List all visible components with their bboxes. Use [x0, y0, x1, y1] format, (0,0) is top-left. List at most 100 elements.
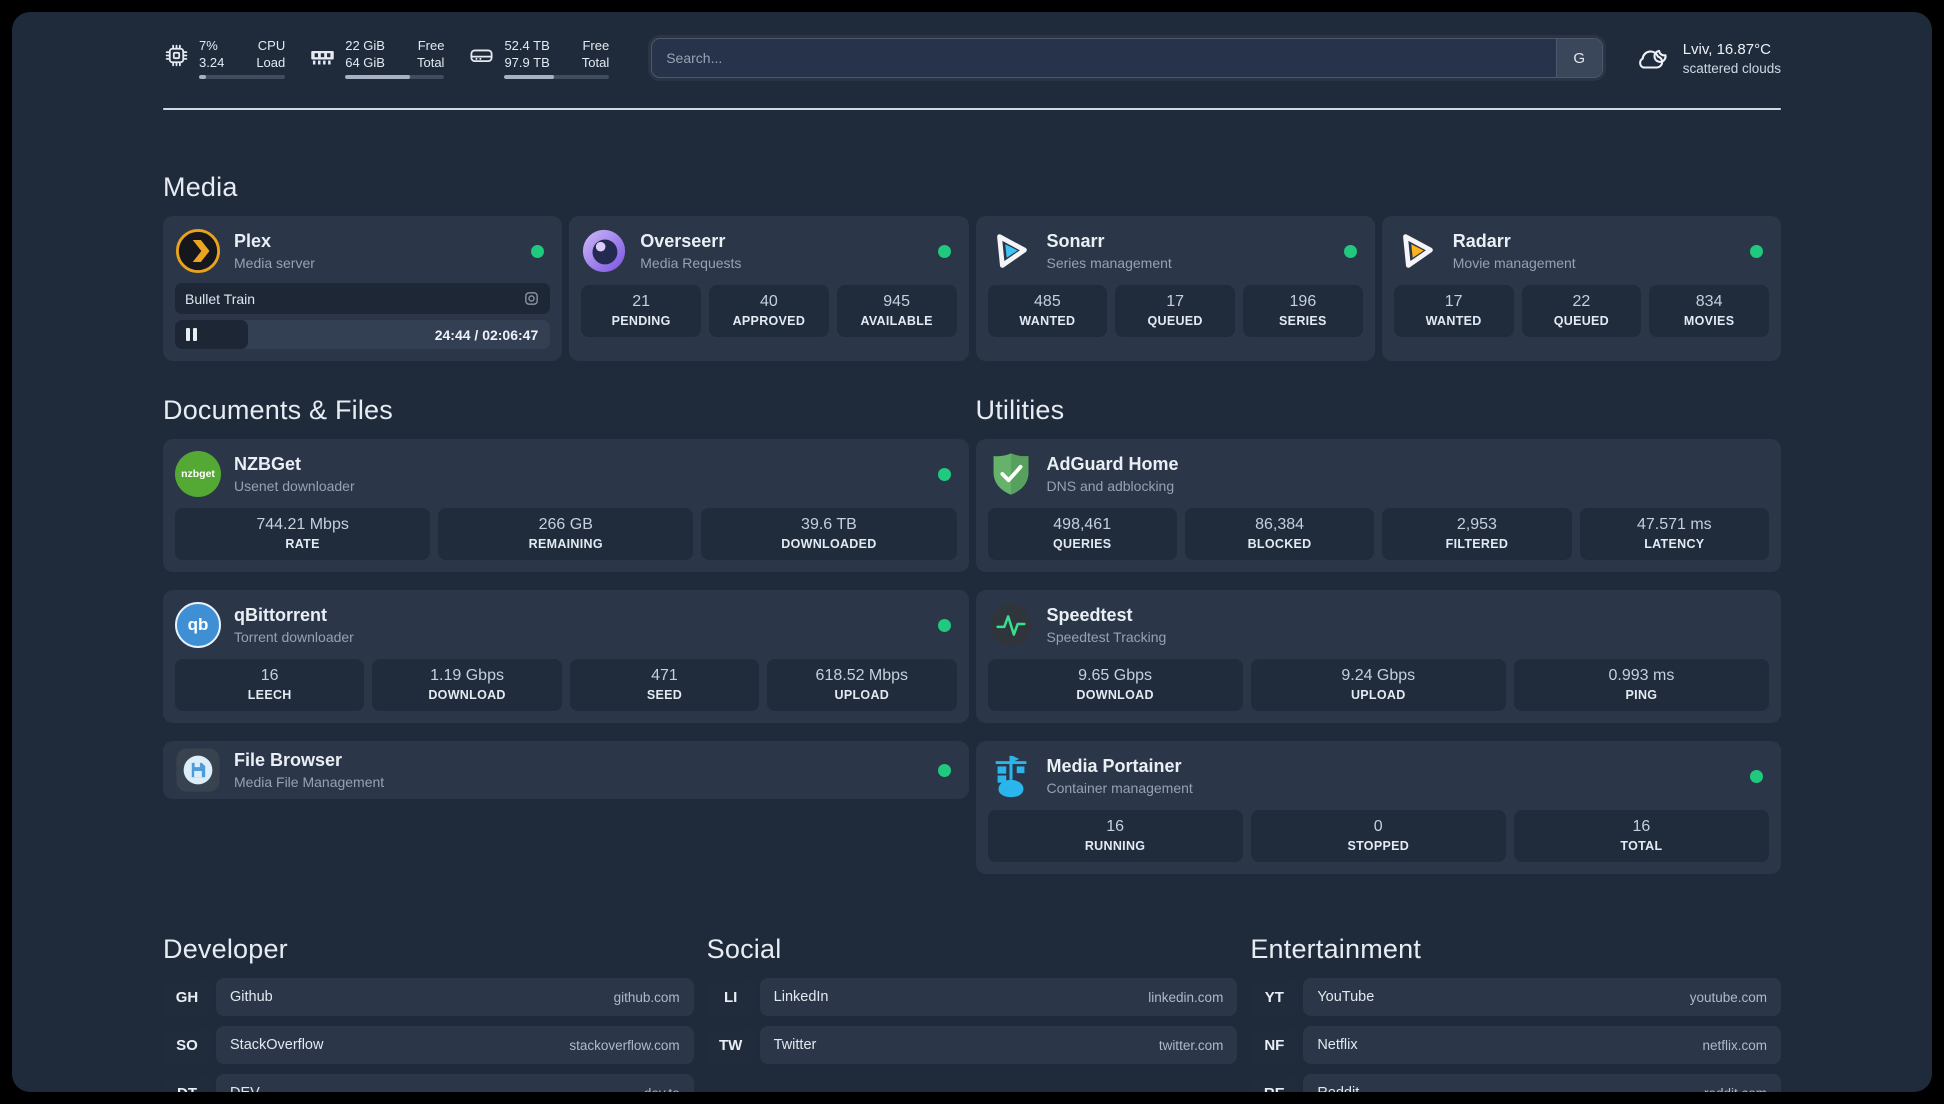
- stat-leech: 16 LEECH: [175, 659, 365, 711]
- entertainment-section-title: Entertainment: [1250, 934, 1422, 964]
- qbittorrent-icon: qb: [175, 602, 221, 648]
- filebrowser-icon: [175, 747, 221, 793]
- now-playing-title: Bullet Train: [185, 290, 256, 307]
- stat-pending: 21 PENDING: [581, 285, 701, 337]
- search-bar: G: [651, 38, 1603, 78]
- radarr-icon: [1394, 228, 1440, 274]
- status-online-dot: [1750, 244, 1763, 258]
- app-card-radarr[interactable]: Radarr Movie management 17 WANTED 22 QUEUE…: [1381, 216, 1781, 361]
- utilities-section-title: Utilities: [975, 395, 1065, 425]
- sonarr-icon: [988, 228, 1034, 274]
- memory-progress-bar: [345, 75, 445, 79]
- disk-progress-fill: [504, 75, 554, 79]
- stat-wanted: 485 WANTED: [987, 285, 1108, 337]
- app-description: Container management: [1046, 780, 1193, 796]
- app-name: Plex: [234, 231, 272, 251]
- stat-rate: 744.21 Mbps RATE: [175, 508, 431, 560]
- app-card-filebrowser[interactable]: File Browser Media File Management: [163, 741, 969, 799]
- status-online-dot: [1343, 244, 1357, 258]
- weather-location-temp: Lviv, 16.87°C: [1682, 40, 1771, 58]
- social-section-title: Social: [706, 934, 782, 964]
- app-description: Torrent downloader: [234, 629, 354, 645]
- stat-latency: 47.571 ms LATENCY: [1579, 508, 1769, 560]
- disk-total-label: Total: [581, 55, 610, 70]
- search-engine-button[interactable]: G: [1555, 39, 1602, 77]
- stat-upload: 9.24 Gbps UPLOAD: [1250, 659, 1506, 711]
- stackoverflow-abbr-icon: SO: [163, 1026, 211, 1064]
- session-icon: [525, 292, 539, 305]
- section-media: Media Plex Media server Bullet Train 24:…: [163, 172, 1781, 361]
- stat-download: 1.19 Gbps DOWNLOAD: [372, 659, 562, 711]
- app-description: Media File Management: [234, 774, 385, 790]
- dev-to-abbr-icon: DT: [163, 1074, 211, 1092]
- status-online-dot: [531, 244, 545, 258]
- section-utilities: Utilities AdGuard Home DNS and adblockin…: [975, 395, 1781, 874]
- memory-total-label: Total: [416, 55, 445, 70]
- app-description: Speedtest Tracking: [1046, 629, 1167, 645]
- app-card-overseerr[interactable]: Overseerr Media Requests 21 PENDING 40 APP…: [569, 216, 969, 361]
- stat-series: 196 SERIES: [1243, 285, 1363, 337]
- plex-icon: [175, 228, 221, 274]
- stat-available: 945 AVAILABLE: [836, 285, 957, 337]
- app-card-qbittorrent[interactable]: qb qBittorrent Torrent downloader 16 LEEC…: [163, 590, 969, 723]
- playback-progress-bar[interactable]: 24:44 / 02:06:47: [175, 320, 551, 349]
- app-description: Media server: [234, 255, 315, 271]
- app-card-sonarr[interactable]: Sonarr Series management 485 WANTED 17 QUE…: [975, 216, 1375, 361]
- portainer-icon: [988, 753, 1034, 799]
- app-description: DNS and adblocking: [1046, 478, 1175, 494]
- bookmark-stackoverflow[interactable]: SO StackOverflow stackoverflow.com: [163, 1026, 694, 1064]
- stat-seed: 471 SEED: [569, 659, 760, 711]
- app-description: Usenet downloader: [234, 478, 355, 494]
- netflix-abbr-icon: NF: [1250, 1026, 1299, 1064]
- bookmark-netflix[interactable]: NF Netflix netflix.com: [1250, 1026, 1781, 1064]
- search-input[interactable]: [652, 39, 1556, 77]
- app-name: Sonarr: [1046, 231, 1105, 251]
- bookmark-github[interactable]: GH Github github.com: [163, 978, 694, 1016]
- app-name: Media Portainer: [1046, 756, 1182, 776]
- stat-stopped: 0 STOPPED: [1250, 810, 1506, 862]
- adguard-icon: [988, 451, 1034, 497]
- github-abbr-icon: GH: [163, 978, 211, 1016]
- bookmark-twitter[interactable]: TW Twitter twitter.com: [706, 1026, 1238, 1064]
- app-description: Media Requests: [640, 255, 742, 271]
- disk-icon: [470, 49, 493, 63]
- memory-stat-group: 22 GiB Free 64 GiB Total: [309, 37, 445, 79]
- stat-wanted: 17 WANTED: [1393, 285, 1514, 337]
- stat-queries: 498,461 QUERIES: [987, 508, 1177, 560]
- nzbget-icon: nzbget: [175, 451, 221, 497]
- cpu-icon: [165, 44, 188, 67]
- app-card-portainer[interactable]: Media Portainer Container management 16 R…: [975, 741, 1781, 874]
- stat-ping: 0.993 ms PING: [1513, 659, 1770, 711]
- app-name: NZBGet: [234, 454, 301, 474]
- bookmark-name: LinkedIn: [773, 989, 829, 1005]
- app-description: Movie management: [1452, 255, 1576, 271]
- memory-icon: [311, 51, 334, 65]
- cpu-label: CPU: [257, 38, 286, 53]
- playback-time: 24:44 / 02:06:47: [434, 326, 539, 343]
- app-card-speedtest[interactable]: Speedtest Speedtest Tracking 9.65 Gbps DO…: [975, 590, 1781, 723]
- status-online-dot: [1750, 769, 1763, 783]
- disk-stat-group: 52.4 TB Free 97.9 TB Total: [468, 37, 610, 79]
- stat-download: 9.65 Gbps DOWNLOAD: [987, 659, 1243, 711]
- bookmark-reddit[interactable]: RE Reddit reddit.com: [1250, 1074, 1781, 1092]
- stat-running: 16 RUNNING: [987, 810, 1243, 862]
- linkedin-abbr-icon: LI: [706, 978, 755, 1016]
- section-developer: Developer GH Github github.com SO StackOv…: [163, 934, 694, 1092]
- app-card-nzbget[interactable]: nzbget NZBGet Usenet downloader 744.21 M…: [163, 439, 969, 572]
- dashboard-page: 7% CPU 3.24 Load 22 GiB Free 64 GiB Tota…: [12, 12, 1932, 1092]
- app-card-plex[interactable]: Plex Media server Bullet Train 24:44 / 0…: [163, 216, 563, 361]
- bookmark-dev-to[interactable]: DT DEV dev.to: [163, 1074, 694, 1092]
- now-playing-row: Bullet Train: [175, 283, 551, 314]
- stat-remaining: 266 GB REMAINING: [438, 508, 694, 560]
- top-bar: 7% CPU 3.24 Load 22 GiB Free 64 GiB Tota…: [163, 34, 1781, 82]
- pause-icon: [186, 328, 197, 341]
- cpu-load-value: 3.24: [199, 55, 225, 70]
- cpu-load-label: Load: [256, 55, 286, 70]
- app-name: AdGuard Home: [1046, 454, 1179, 474]
- app-card-adguard[interactable]: AdGuard Home DNS and adblocking 498,461 Q…: [975, 439, 1781, 572]
- stat-movies: 834 MOVIES: [1649, 285, 1769, 337]
- bookmark-linkedin[interactable]: LI LinkedIn linkedin.com: [706, 978, 1238, 1016]
- bookmark-youtube[interactable]: YT YouTube youtube.com: [1250, 978, 1781, 1016]
- status-online-dot: [937, 763, 951, 777]
- cpu-stat-group: 7% CPU 3.24 Load: [163, 37, 286, 79]
